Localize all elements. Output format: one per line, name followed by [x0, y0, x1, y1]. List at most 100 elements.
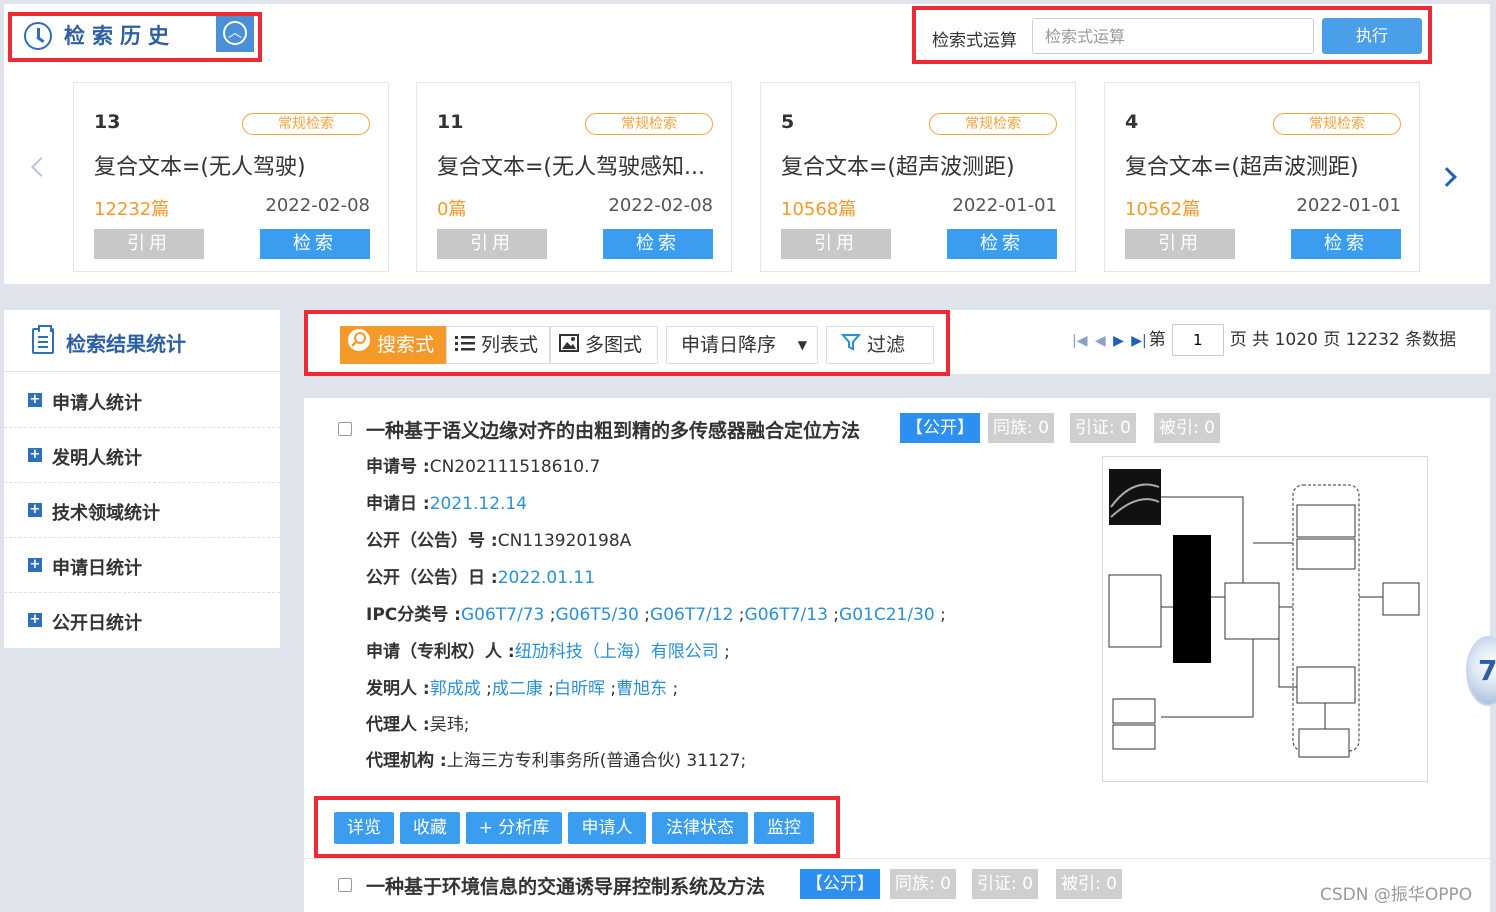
applicant-button[interactable]: 申请人	[568, 812, 646, 844]
pub-no-value: CN113920198A	[497, 531, 632, 551]
cite-button[interactable]: 引用	[94, 229, 204, 259]
search-date: 2022-02-08	[608, 195, 713, 216]
history-card: 5 常规检索 复合文本=(超声波测距) 10568篇 2022-01-01 引用…	[760, 82, 1076, 272]
stats-item-tech-field[interactable]: + 技术领域统计	[4, 483, 280, 538]
legal-status-button[interactable]: 法律状态	[652, 812, 748, 844]
stats-item-label: 申请日统计	[52, 558, 142, 579]
favorite-button[interactable]: 收藏	[400, 812, 460, 844]
stats-title: 检索结果统计	[66, 332, 186, 356]
cite-button[interactable]: 引用	[781, 229, 891, 259]
search-type-tag: 常规检索	[929, 113, 1057, 135]
history-card-number: 13	[94, 111, 121, 133]
view-list-label: 列表式	[481, 334, 539, 356]
cited-by-badge[interactable]: 被引: 0	[1154, 413, 1220, 443]
filter-label: 过滤	[867, 334, 906, 356]
history-query: 复合文本=(超声波测距)	[1125, 155, 1359, 180]
last-page-icon[interactable]: ▶|	[1131, 321, 1146, 361]
inventor-link[interactable]: 郭成成	[430, 679, 481, 699]
citation-badge[interactable]: 引证: 0	[972, 869, 1038, 899]
total-pages: 1020	[1274, 330, 1318, 350]
expand-icon: +	[28, 612, 42, 627]
result-count[interactable]: 12232篇	[94, 195, 169, 221]
page-suffix: 条数据	[1405, 330, 1457, 350]
family-badge[interactable]: 同族: 0	[988, 413, 1054, 443]
view-multi-image-tab[interactable]: 多图式	[550, 326, 658, 364]
app-no-label: 申请号 :	[366, 457, 430, 477]
chevron-up-icon: ︿	[223, 21, 247, 45]
stats-item-label: 申请人统计	[52, 393, 142, 414]
history-query: 复合文本=(超声波测距)	[781, 155, 1015, 180]
clipboard-icon	[32, 325, 54, 354]
result-divider	[304, 858, 1490, 859]
search-type-tag: 常规检索	[585, 113, 713, 135]
formula-operation-box: 检索式运算 执行	[912, 6, 1432, 64]
search-type-tag: 常规检索	[242, 113, 370, 135]
execute-button[interactable]: 执行	[1322, 18, 1422, 54]
status-badge: 【公开】	[800, 869, 880, 899]
page-middle2: 页	[1323, 330, 1341, 350]
prev-page-icon[interactable]: ◀	[1095, 321, 1106, 361]
sort-select[interactable]: 申请日降序 ▼	[666, 326, 818, 364]
ipc-link[interactable]: G06T7/12	[650, 605, 733, 625]
result-count[interactable]: 0篇	[437, 195, 466, 221]
pub-date-value[interactable]: 2022.01.11	[498, 568, 595, 588]
stats-item-label: 发明人统计	[52, 448, 142, 469]
agent-field: 代理人 :吴玮;	[366, 710, 469, 735]
result-count[interactable]: 10562篇	[1125, 195, 1200, 221]
inventor-link[interactable]: 白昕晖	[554, 679, 605, 699]
floating-helper-number: 7	[1478, 654, 1496, 687]
result-checkbox[interactable]	[338, 422, 352, 436]
add-analysis-button[interactable]: + 分析库	[466, 812, 562, 844]
view-toolbar-highlight: 搜索式 列表式 多图式 申请日降序 ▼ 过滤	[304, 310, 950, 376]
stats-item-applicant[interactable]: + 申请人统计	[4, 373, 280, 428]
view-search-tab[interactable]: 搜索式	[340, 326, 446, 364]
view-list-tab[interactable]: 列表式	[446, 326, 550, 364]
search-button[interactable]: 检索	[260, 229, 370, 259]
search-button[interactable]: 检索	[947, 229, 1057, 259]
formula-input[interactable]	[1032, 18, 1314, 54]
search-chart-icon	[347, 328, 371, 364]
expand-icon: +	[28, 502, 42, 517]
result-count[interactable]: 10568篇	[781, 195, 856, 221]
history-card-number: 5	[781, 111, 795, 133]
citation-badge[interactable]: 引证: 0	[1070, 413, 1136, 443]
view-multi-image-label: 多图式	[585, 334, 643, 356]
pub-no-field: 公开（公告）号 :CN113920198A	[366, 526, 631, 551]
applicant-link[interactable]: 纽劢科技（上海）有限公司	[515, 642, 719, 662]
inventor-link[interactable]: 曹旭东	[616, 679, 667, 699]
app-date-value[interactable]: 2021.12.14	[430, 494, 527, 514]
page-number-input[interactable]	[1171, 324, 1224, 356]
history-query: 复合文本=(无人驾驶感知...	[437, 155, 705, 180]
app-no-field: 申请号 :CN202111518610.7	[366, 452, 600, 477]
inventor-label: 发明人 :	[366, 679, 430, 699]
search-button[interactable]: 检索	[1291, 229, 1401, 259]
stats-header: 检索结果统计	[4, 310, 280, 372]
search-button[interactable]: 检索	[603, 229, 713, 259]
stats-item-inventor[interactable]: + 发明人统计	[4, 428, 280, 483]
inventor-link[interactable]: 成二康	[492, 679, 543, 699]
patent-drawing-thumbnail[interactable]	[1102, 456, 1428, 782]
stats-item-pub-date[interactable]: + 公开日统计	[4, 593, 280, 648]
filter-button[interactable]: 过滤	[826, 326, 934, 364]
first-page-icon[interactable]: |◀	[1072, 321, 1087, 361]
cite-button[interactable]: 引用	[437, 229, 547, 259]
monitor-button[interactable]: 监控	[754, 812, 814, 844]
pagination: |◀ ◀ ▶ ▶|第 页 共 1020 页 12232 条数据	[1072, 320, 1456, 360]
stats-item-app-date[interactable]: + 申请日统计	[4, 538, 280, 593]
image-icon	[559, 328, 579, 364]
next-page-icon[interactable]: ▶	[1113, 321, 1124, 361]
ipc-link[interactable]: G01C21/30	[839, 605, 935, 625]
cite-button[interactable]: 引用	[1125, 229, 1235, 259]
history-card-number: 11	[437, 111, 464, 133]
result-title[interactable]: 一种基于语义边缘对齐的由粗到精的多传感器融合定位方法	[366, 416, 860, 443]
detail-button[interactable]: 详览	[334, 812, 394, 844]
family-badge[interactable]: 同族: 0	[890, 869, 956, 899]
ipc-link[interactable]: G06T7/73	[461, 605, 544, 625]
ipc-link[interactable]: G06T7/13	[745, 605, 828, 625]
page-prefix: 第	[1148, 330, 1166, 350]
ipc-link[interactable]: G06T5/30	[556, 605, 639, 625]
result-checkbox[interactable]	[338, 878, 352, 892]
collapse-history-button[interactable]: ︿	[216, 16, 254, 52]
result-title[interactable]: 一种基于环境信息的交通诱导屏控制系统及方法	[366, 872, 765, 899]
cited-by-badge[interactable]: 被引: 0	[1056, 869, 1122, 899]
